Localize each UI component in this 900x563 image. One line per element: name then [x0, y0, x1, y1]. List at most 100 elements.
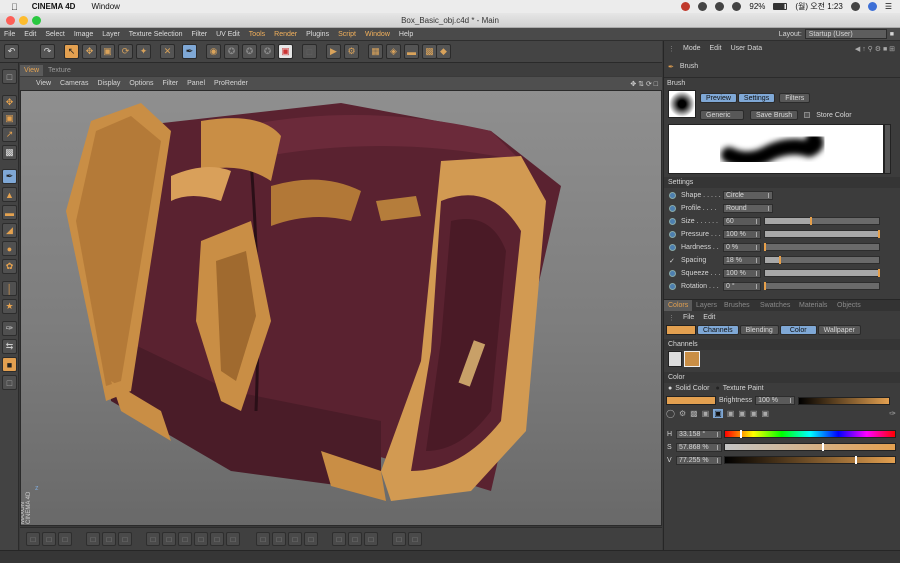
image-picker-icon[interactable]: ▩ — [690, 409, 698, 418]
rgb-icon[interactable]: ▣ — [702, 409, 710, 418]
eyedropper-picker-icon[interactable]: ✑ — [889, 409, 896, 418]
bottom-tool-13-icon[interactable]: □ — [256, 532, 270, 546]
deformer-icon[interactable]: ◆ — [436, 44, 451, 59]
apple-icon[interactable]:  — [11, 2, 18, 12]
menu-texture-selection[interactable]: Texture Selection — [129, 31, 183, 38]
tab-swatches[interactable]: Swatches — [756, 300, 794, 311]
solid-color-radio[interactable]: ● — [668, 385, 672, 392]
3d-viewport[interactable]: z MAXON CINEMA 4D — [20, 90, 662, 526]
app-menu[interactable]: CINEMA 4D — [32, 2, 76, 11]
rotate-icon[interactable]: ⟳ — [118, 44, 133, 59]
slider-knob[interactable] — [878, 230, 880, 238]
param-animate-icon[interactable]: ✓ — [669, 257, 676, 265]
uv-points-icon[interactable]: ▩ — [2, 145, 17, 160]
siri-icon[interactable] — [867, 2, 877, 11]
tab-blending[interactable]: Blending — [739, 325, 779, 335]
menu-image[interactable]: Image — [74, 31, 93, 38]
hsv-knob[interactable] — [822, 443, 825, 451]
bottom-tool-5-icon[interactable]: □ — [102, 532, 116, 546]
slider-knob[interactable] — [764, 243, 766, 251]
paint-polygon-icon[interactable]: ✪ — [242, 44, 257, 59]
brightness-value[interactable]: 100 % — [755, 396, 796, 405]
save-brush-button[interactable]: Save Brush — [750, 110, 799, 120]
wifi-icon[interactable] — [732, 2, 742, 11]
vp-menu-options[interactable]: Options — [129, 80, 153, 87]
param-animate-icon[interactable] — [669, 282, 676, 290]
slider-knob[interactable] — [764, 282, 766, 290]
tab-objects[interactable]: Objects — [833, 300, 865, 311]
background-color-icon[interactable]: □ — [2, 375, 17, 390]
bottom-tool-19-icon[interactable]: □ — [364, 532, 378, 546]
tab-preview[interactable]: Preview — [700, 93, 737, 103]
hsv-knob[interactable] — [855, 456, 858, 464]
bottom-tool-7-icon[interactable]: □ — [146, 532, 160, 546]
enable-axis-icon[interactable]: □ — [302, 44, 317, 59]
vp-menu-panel[interactable]: Panel — [187, 80, 205, 87]
hsv-value-v[interactable]: 77.255 % — [676, 455, 722, 465]
param-slider-squeeze[interactable] — [764, 269, 880, 277]
current-color-swatch[interactable] — [666, 325, 696, 335]
brightness-gradient[interactable] — [798, 396, 891, 405]
bottom-tool-3-icon[interactable]: □ — [58, 532, 72, 546]
param-value-rotation[interactable]: 0 ° — [723, 281, 761, 291]
hsv-value-h[interactable]: 33.158 ° — [676, 429, 722, 439]
colors-menu-file[interactable]: File — [683, 314, 694, 321]
tab-layers[interactable]: Layers — [692, 300, 721, 311]
param-value-spacing[interactable]: 18 % — [723, 255, 761, 265]
subdivision-icon[interactable]: ◈ — [386, 44, 401, 59]
layout-dropdown[interactable]: Startup (User) — [804, 29, 887, 39]
param-value-pressure[interactable]: 100 % — [723, 229, 761, 239]
vp-menu-display[interactable]: Display — [97, 80, 120, 87]
param-animate-icon[interactable] — [669, 191, 676, 199]
slider-knob[interactable] — [878, 269, 880, 277]
menu-tools[interactable]: Tools — [249, 31, 265, 38]
param-value-hardness[interactable]: 0 % — [723, 242, 761, 252]
model-mode-icon[interactable]: ✥ — [2, 95, 17, 110]
line-tool-icon[interactable]: │ — [2, 281, 17, 296]
param-value-profile[interactable]: Round — [723, 203, 773, 213]
menu-help[interactable]: Help — [399, 31, 413, 38]
clock[interactable]: (월) 오전 1:23 — [795, 1, 842, 12]
swatch-grid-icon[interactable]: ▣ — [750, 409, 758, 418]
bottom-tool-18-icon[interactable]: □ — [348, 532, 362, 546]
channel-white-icon[interactable] — [668, 351, 682, 367]
param-value-shape[interactable]: Circle — [723, 190, 773, 200]
axis-mode-icon[interactable]: ↗ — [2, 127, 17, 142]
slider-knob[interactable] — [809, 217, 812, 225]
control-center-icon[interactable]: ☰ — [885, 2, 892, 11]
spectrum-icon[interactable]: ⚙ — [679, 409, 686, 418]
attr-menu-user-data[interactable]: User Data — [731, 45, 763, 52]
fill-tool-icon[interactable]: ● — [2, 241, 17, 256]
bottom-tool-9-icon[interactable]: □ — [178, 532, 192, 546]
render-active-icon[interactable]: ▶ — [326, 44, 341, 59]
tab-texture[interactable]: Texture — [44, 65, 75, 76]
bottom-tool-6-icon[interactable]: □ — [118, 532, 132, 546]
undo-icon[interactable]: ↶ — [4, 44, 19, 59]
menu-select[interactable]: Select — [45, 31, 64, 38]
paint-mode-icon[interactable]: ◉ — [206, 44, 221, 59]
hsv-icon[interactable]: ▣ — [713, 409, 723, 418]
preview-scrollbar[interactable] — [884, 124, 891, 174]
stamp-tool-icon[interactable]: ▲ — [2, 187, 17, 202]
bottom-tool-14-icon[interactable]: □ — [272, 532, 286, 546]
bottom-tool-12-icon[interactable]: □ — [226, 532, 240, 546]
eyedropper-icon[interactable]: ✑ — [2, 321, 17, 336]
param-animate-icon[interactable] — [669, 269, 676, 277]
tab-brushes[interactable]: Brushes — [720, 300, 754, 311]
redo-icon[interactable]: ↷ — [40, 44, 55, 59]
smudge-tool-icon[interactable]: ✿ — [2, 259, 17, 274]
paint-edge-icon[interactable]: ✪ — [260, 44, 275, 59]
render-settings-icon[interactable]: ⚙ — [344, 44, 359, 59]
zoom-window-icon[interactable] — [32, 16, 41, 25]
attr-menu-edit[interactable]: Edit — [710, 45, 722, 52]
param-animate-icon[interactable] — [669, 217, 676, 225]
record-icon[interactable] — [681, 2, 691, 11]
tab-channels[interactable]: Channels — [697, 325, 739, 335]
close-window-icon[interactable] — [6, 16, 15, 25]
eraser-tool-icon[interactable]: ▬ — [2, 205, 17, 220]
hsv-slider-v[interactable] — [724, 456, 896, 464]
tab-filters[interactable]: Filters — [779, 93, 811, 103]
bottom-tool-11-icon[interactable]: □ — [210, 532, 224, 546]
tab-colors[interactable]: Colors — [664, 300, 693, 311]
vp-menu-view[interactable]: View — [36, 80, 51, 87]
